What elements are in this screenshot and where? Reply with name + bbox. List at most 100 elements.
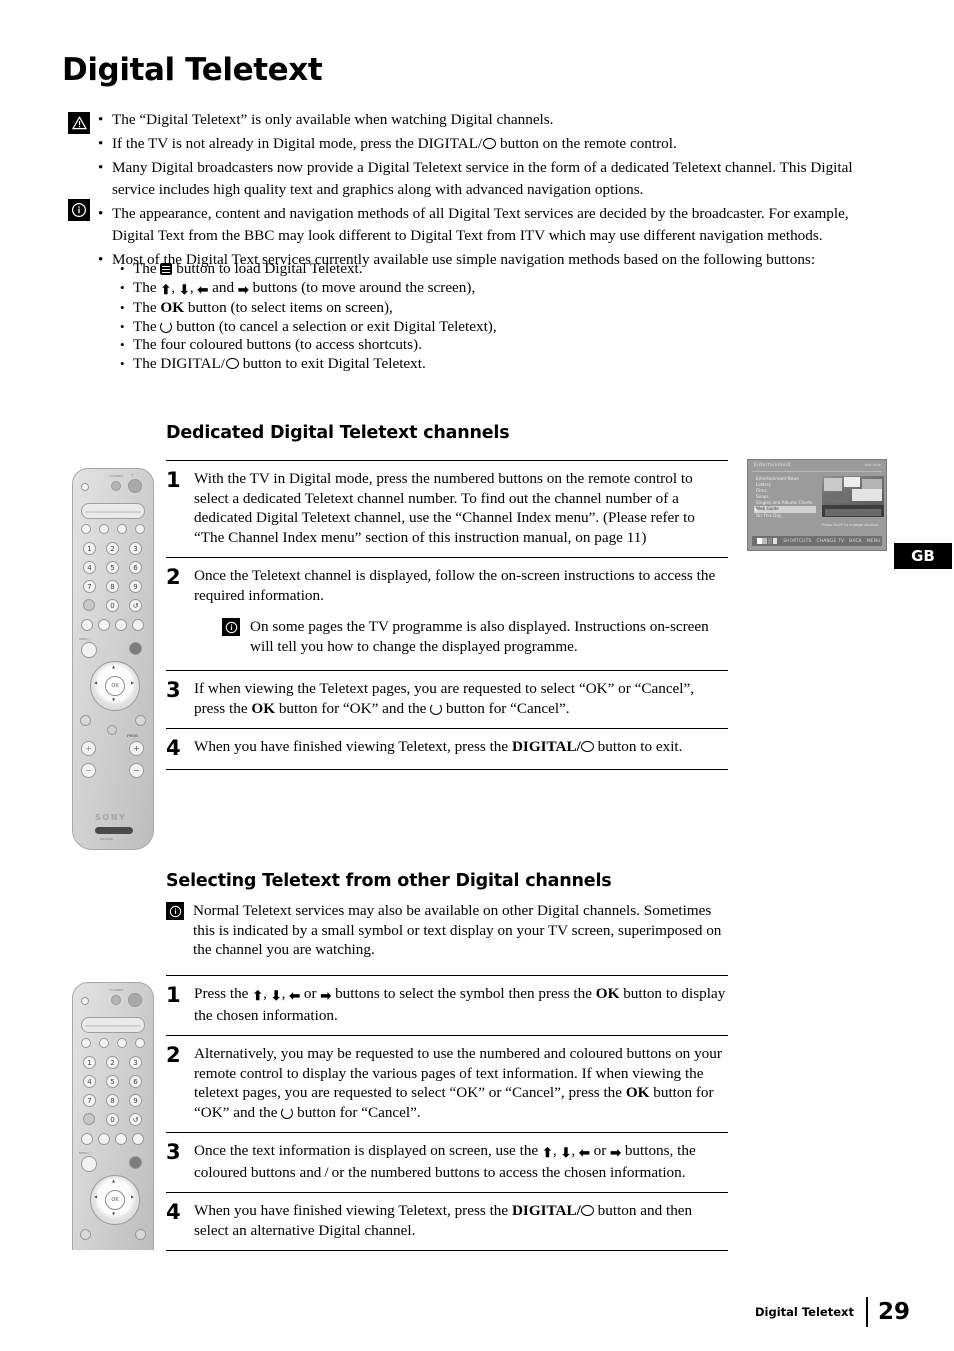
remote2-key-6: 6 (129, 1075, 142, 1088)
bullet-marker: • (120, 279, 125, 295)
digital-oval-icon (226, 357, 239, 369)
remote2-dpad-left-icon: ◀ (94, 1194, 98, 1199)
remote-dpad-right-icon: ▶ (131, 680, 135, 685)
step-item: 1 With the TV in Digital mode, press the… (166, 461, 728, 557)
step-text: Alternatively, you may be requested to u… (194, 1045, 722, 1121)
remote-model-label: RM-946B (100, 837, 113, 841)
section2-steps: 1 Press the ⬆, ⬇, ⬅ or ➡ buttons to sele… (166, 975, 728, 1251)
teletext-icon (160, 263, 173, 275)
button-reference-item: • The button (to cancel a selection or e… (120, 318, 820, 337)
bullet-marker: • (120, 300, 125, 315)
remote-colour-button-red (81, 524, 91, 534)
remote2-teletext-button (129, 1156, 142, 1169)
remote-brand-logo: SONY (95, 813, 127, 822)
bullet-marker: • (98, 112, 104, 128)
remote2-lower-button-1 (80, 1229, 91, 1240)
remote-prog-down-button: − (129, 763, 144, 778)
remote-key-0: 0 (106, 599, 119, 612)
section-heading-selecting: Selecting Teletext from other Digital ch… (166, 871, 612, 891)
button-reference-text: The button to load Digital Teletext. (133, 260, 363, 277)
remote-return-button: ↺ (129, 599, 142, 612)
step-item: 3 Once the text information is displayed… (166, 1133, 728, 1192)
remote2-fn-button-3 (115, 1133, 127, 1145)
step-number: 1 (166, 983, 181, 1007)
step-text: Press the ⬆, ⬇, ⬅ or ➡ buttons to select… (194, 985, 726, 1024)
bullet-marker: • (120, 261, 125, 276)
arrow-down-icon: ⬇ (560, 1145, 572, 1160)
remote-top-label: TV/VIDEO (109, 474, 124, 478)
remote2-dpad-down-icon: ▼ (112, 1211, 116, 1216)
tv-hint-text: Press BLUE to change section. (822, 522, 880, 527)
intro-bullet-text: The appearance, content and navigation m… (112, 205, 849, 244)
arrow-right-icon: ➡ (320, 988, 332, 1003)
remote-colour-button-green (99, 524, 109, 534)
remote2-colour-button-green (99, 1038, 109, 1048)
remote2-fn-button-2 (98, 1133, 110, 1145)
remote-lower-button-1 (80, 715, 91, 726)
arrow-down-icon: ⬇ (178, 281, 190, 297)
remote2-ok-button: OK (105, 1190, 125, 1210)
step-item: 2 Alternatively, you may be requested to… (166, 1036, 728, 1132)
divider (752, 471, 882, 472)
button-reference-item: • The button to load Digital Teletext. (120, 260, 820, 279)
step-text: Once the text information is displayed o… (194, 1142, 696, 1181)
step-text: When you have finished viewing Teletext,… (194, 738, 683, 755)
remote2-standby-button (128, 993, 142, 1007)
divider (166, 1250, 728, 1251)
remote-fn-button-2 (98, 619, 110, 631)
remote2-menu-button (81, 1156, 97, 1172)
remote-key-4: 4 (83, 561, 96, 574)
step-text-main: Once the Teletext channel is displayed, … (194, 567, 716, 604)
bullet-marker: • (120, 355, 125, 371)
remote-slider-track (85, 511, 141, 513)
remote2-key-3: 3 (129, 1056, 142, 1069)
bullet-marker: • (120, 318, 125, 334)
colour-keys-icon (757, 538, 778, 544)
step-number: 4 (166, 1200, 181, 1224)
step-number: 2 (166, 565, 181, 589)
arrow-down-icon: ⬇ (270, 988, 282, 1003)
info-icon (166, 902, 184, 920)
remote2-top-label: TV/VIDEO (109, 988, 124, 992)
remote-power-button (81, 483, 89, 491)
tv-bottom-label: CHANGE TV (816, 538, 845, 544)
page-title: Digital Teletext (62, 52, 323, 88)
note-text: On some pages the TV programme is also d… (250, 618, 709, 655)
cancel-return-icon (430, 702, 443, 715)
remote-volume-up-button: + (81, 741, 96, 756)
tv-menu-item: On This Day (756, 512, 782, 518)
tv-screen-title: Entertainment (754, 463, 792, 468)
step-item: 1 Press the ⬆, ⬇, ⬅ or ➡ buttons to sele… (166, 976, 728, 1035)
section1-steps: 1 With the TV in Digital mode, press the… (166, 460, 728, 770)
remote-dpad-down-icon: ▼ (112, 697, 116, 702)
remote-key-1: 1 (83, 542, 96, 555)
step-number: 3 (166, 1140, 181, 1164)
info-icon (222, 618, 240, 636)
bullet-marker: • (98, 160, 104, 176)
remote2-lower-button-2 (135, 1229, 146, 1240)
step-text: With the TV in Digital mode, press the n… (194, 470, 695, 546)
intro-bullet-list: • The “Digital Teletext” is only availab… (98, 109, 888, 273)
page-footer: Digital Teletext 29 (755, 1297, 910, 1327)
remote2-key-2: 2 (106, 1056, 119, 1069)
remote-colour-button-blue (135, 524, 145, 534)
remote2-menu-label: MENU/◯ (79, 1151, 92, 1155)
remote-menu-label: MENU/◯ (79, 637, 92, 641)
remote-control-illustration: TV/VIDEO ⏻ 1 2 3 4 5 6 7 8 9 0 ↺ MENU/◯ … (72, 468, 154, 850)
step-text: If when viewing the Teletext pages, you … (194, 680, 695, 717)
step-item: 3 If when viewing the Teletext pages, yo… (166, 671, 728, 728)
step-number: 1 (166, 468, 181, 492)
tv-preview-thumbnail (822, 476, 884, 517)
digital-oval-icon (580, 1205, 594, 1216)
button-reference-item: • The four coloured buttons (to access s… (120, 336, 820, 355)
remote2-text-button (83, 1113, 95, 1125)
remote-key-5: 5 (106, 561, 119, 574)
remote2-key-4: 4 (83, 1075, 96, 1088)
remote2-key-8: 8 (106, 1094, 119, 1107)
remote-volume-down-button: − (81, 763, 96, 778)
remote-lower-button-3 (107, 725, 117, 735)
remote2-key-5: 5 (106, 1075, 119, 1088)
remote2-slider-track (85, 1025, 141, 1027)
remote-lower-button-2 (135, 715, 146, 726)
footer-divider (865, 1297, 868, 1327)
